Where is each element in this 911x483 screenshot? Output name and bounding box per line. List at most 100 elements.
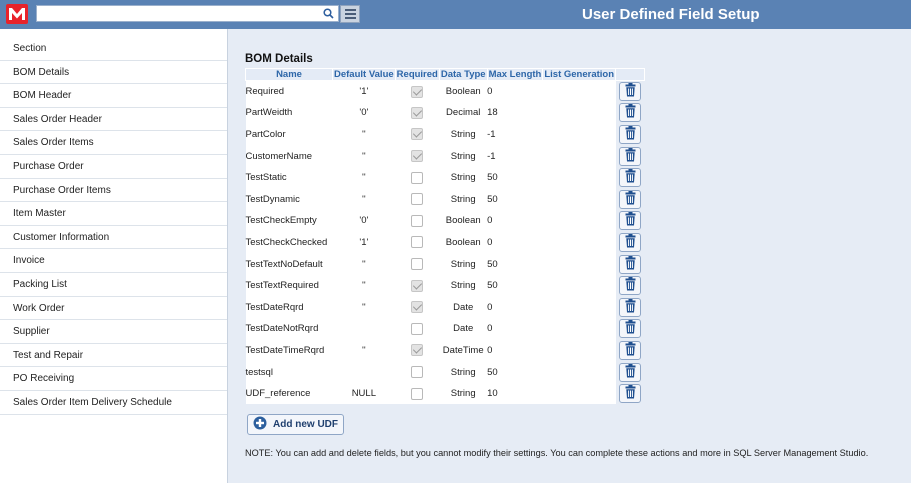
cell-data-type: Date [439, 318, 488, 340]
delete-button[interactable] [619, 254, 642, 274]
sidebar-item[interactable]: Item Master [0, 202, 227, 226]
required-checkbox [411, 301, 424, 314]
table-row: PartColor '' String -1 [245, 123, 645, 146]
sidebar-item[interactable]: Sales Order Items [0, 131, 227, 155]
trash-icon [625, 104, 636, 121]
sidebar-item[interactable]: Section [0, 37, 227, 61]
trash-icon [625, 385, 636, 402]
cell-max-length: 50 [487, 188, 543, 211]
required-checkbox [411, 236, 424, 249]
delete-button[interactable] [619, 297, 642, 317]
sidebar-item[interactable]: Sales Order Header [0, 108, 227, 132]
plus-icon [253, 416, 267, 433]
cell-list-generation [542, 361, 616, 383]
cell-max-length: 10 [487, 382, 543, 405]
cell-name: testsql [245, 361, 333, 383]
delete-button[interactable] [619, 362, 642, 382]
delete-button[interactable] [619, 103, 642, 123]
table-row: TestDynamic '' String 50 [245, 188, 645, 211]
cell-actions [615, 253, 645, 275]
section-title: BOM Details [245, 53, 313, 65]
cell-required [395, 123, 440, 146]
cell-required [395, 145, 440, 167]
sidebar-item[interactable]: PO Receiving [0, 367, 227, 391]
delete-button[interactable] [619, 189, 642, 209]
cell-actions [615, 123, 645, 146]
delete-button[interactable] [619, 340, 642, 360]
required-checkbox [411, 322, 424, 335]
cell-max-length: 50 [487, 274, 543, 297]
required-checkbox [411, 387, 424, 400]
cell-max-length: 50 [487, 253, 543, 275]
cell-required [395, 188, 440, 211]
trash-icon [625, 190, 636, 208]
delete-button[interactable] [619, 124, 642, 144]
required-checkbox [411, 106, 424, 119]
add-new-udf-button[interactable]: Add new UDF [247, 414, 344, 435]
required-checkbox [411, 85, 424, 98]
table-row: TestDateRqrd '' Date 0 [245, 296, 645, 319]
cell-default-value [332, 361, 396, 383]
cell-default-value: '' [332, 339, 396, 362]
hamburger-menu-icon[interactable] [340, 5, 360, 23]
sidebar-item[interactable]: BOM Header [0, 84, 227, 108]
m-logo-icon[interactable] [6, 4, 28, 24]
sidebar: Section BOM Details BOM Header Sales Order … [0, 29, 228, 483]
sidebar-item[interactable]: Packing List [0, 273, 227, 297]
delete-button[interactable] [619, 146, 642, 166]
cell-default-value: '0' [332, 210, 396, 232]
table-row: TestTextRequired '' String 50 [245, 274, 645, 297]
table-header-row: Name Default Value Required Data Type Ma… [245, 68, 646, 81]
cell-max-length: -1 [487, 123, 543, 146]
cell-list-generation [542, 274, 616, 297]
cell-required [395, 210, 440, 232]
delete-button[interactable] [619, 319, 642, 339]
cell-actions [615, 231, 645, 254]
table-row: Required '1' Boolean 0 [245, 80, 645, 103]
table-row: TestDateTimeRqrd '' DateTime 0 [245, 339, 645, 362]
sidebar-item[interactable]: Supplier [0, 320, 227, 344]
sidebar-item[interactable]: BOM Details [0, 61, 227, 85]
cell-name: PartWeidth [245, 102, 333, 124]
delete-button[interactable] [619, 211, 642, 231]
cell-list-generation [542, 188, 616, 211]
cell-max-length: 0 [487, 318, 543, 340]
cell-required [395, 231, 440, 254]
cell-actions [615, 296, 645, 319]
trash-icon [625, 125, 636, 143]
column-header-list-generation: List Generation [542, 68, 617, 81]
sidebar-item[interactable]: Customer Information [0, 226, 227, 250]
sidebar-item[interactable]: Test and Repair [0, 344, 227, 368]
required-checkbox [411, 214, 424, 227]
search-input[interactable] [36, 5, 339, 22]
delete-button[interactable] [619, 276, 642, 296]
search-icon[interactable] [318, 5, 338, 22]
sidebar-item[interactable]: Invoice [0, 249, 227, 273]
delete-button[interactable] [619, 384, 642, 404]
delete-button[interactable] [619, 232, 642, 252]
sidebar-item[interactable]: Purchase Order [0, 155, 227, 179]
cell-data-type: String [439, 188, 488, 211]
top-bar: User Defined Field Setup [0, 0, 911, 29]
cell-required [395, 166, 440, 189]
cell-list-generation [542, 145, 616, 167]
cell-list-generation [542, 166, 616, 189]
trash-icon [625, 298, 636, 316]
trash-icon [625, 233, 636, 251]
delete-button[interactable] [619, 82, 642, 102]
cell-max-length: 50 [487, 361, 543, 383]
cell-name: Required [245, 80, 333, 103]
sidebar-item[interactable]: Work Order [0, 297, 227, 321]
table-row: TestStatic '' String 50 [245, 166, 645, 189]
cell-data-type: Boolean [439, 231, 488, 254]
cell-max-length: 50 [487, 166, 543, 189]
cell-actions [615, 339, 645, 362]
cell-name: PartColor [245, 123, 333, 146]
cell-actions [615, 166, 645, 189]
cell-default-value: '' [332, 274, 396, 297]
sidebar-item[interactable]: Sales Order Item Delivery Schedule [0, 391, 227, 415]
sidebar-item[interactable]: Purchase Order Items [0, 179, 227, 203]
delete-button[interactable] [619, 168, 642, 188]
cell-default-value: '' [332, 166, 396, 189]
cell-list-generation [542, 339, 616, 362]
